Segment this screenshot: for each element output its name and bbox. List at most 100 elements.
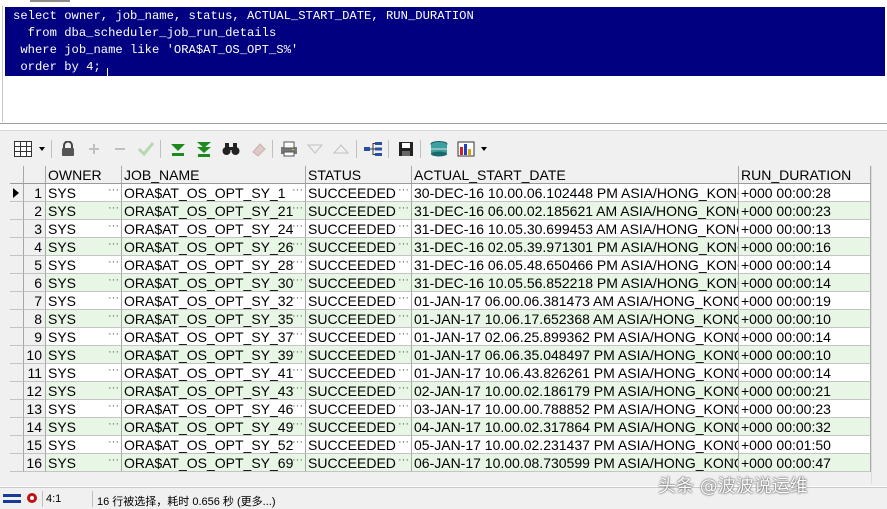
cell-job-name[interactable]: ORA$AT_OS_OPT_SY_26 ··· — [122, 238, 306, 256]
cell-actual-start-date[interactable]: 01-JAN-17 06.06.35.048497 PM ASIA/HONG_K… — [412, 346, 739, 364]
cell-status[interactable]: SUCCEEDED ··· — [306, 310, 412, 328]
table-row[interactable]: 11 SYS ··· ORA$AT_OS_OPT_SY_41 ··· SUCCEEDED ·… — [10, 364, 871, 382]
cell-edit-ellipsis[interactable]: ··· — [108, 328, 119, 343]
cell-job-name[interactable]: ORA$AT_OS_OPT_SY_49 ··· — [122, 418, 306, 436]
cell-edit-ellipsis[interactable]: ··· — [725, 184, 736, 199]
row-indicator[interactable] — [10, 256, 24, 274]
row-indicator[interactable] — [10, 364, 24, 382]
table-row[interactable]: 4 SYS ··· ORA$AT_OS_OPT_SY_26 ··· SUCCEEDED ··… — [10, 238, 871, 256]
row-number[interactable]: 12 — [24, 382, 46, 400]
cell-edit-ellipsis[interactable]: ··· — [725, 274, 736, 289]
chevron-down-icon[interactable] — [481, 147, 487, 151]
row-number[interactable]: 3 — [24, 220, 46, 238]
row-indicator[interactable] — [10, 328, 24, 346]
table-row[interactable]: 6 SYS ··· ORA$AT_OS_OPT_SY_30 ··· SUCCEEDED ··… — [10, 274, 871, 292]
chevron-down-icon[interactable] — [39, 147, 45, 151]
tree-icon[interactable] — [364, 140, 382, 158]
lock-icon[interactable] — [59, 140, 77, 158]
cell-job-name[interactable]: ORA$AT_OS_OPT_SY_21 ··· — [122, 202, 306, 220]
cell-owner[interactable]: SYS ··· — [46, 184, 122, 202]
cell-job-name[interactable]: ORA$AT_OS_OPT_SY_24 ··· — [122, 220, 306, 238]
cell-edit-ellipsis[interactable]: ··· — [725, 346, 736, 361]
cell-edit-ellipsis[interactable]: ··· — [725, 364, 736, 379]
print-icon[interactable] — [280, 140, 298, 158]
cell-edit-ellipsis[interactable]: ··· — [725, 238, 736, 253]
cell-actual-start-date[interactable]: 03-JAN-17 10.00.00.788852 PM ASIA/HONG_K… — [412, 400, 739, 418]
cell-run-duration[interactable]: +000 00:00:23 — [739, 202, 871, 220]
cell-edit-ellipsis[interactable]: ··· — [108, 238, 119, 253]
cell-run-duration[interactable]: +000 00:00:16 — [739, 238, 871, 256]
row-number[interactable]: 16 — [24, 454, 46, 472]
binoculars-icon[interactable] — [222, 140, 240, 158]
cell-edit-ellipsis[interactable]: ··· — [108, 256, 119, 271]
row-number[interactable]: 8 — [24, 310, 46, 328]
cell-job-name[interactable]: ORA$AT_OS_OPT_SY_39 ··· — [122, 346, 306, 364]
cell-status[interactable]: SUCCEEDED ··· — [306, 454, 412, 472]
cell-run-duration[interactable]: +000 00:00:13 — [739, 220, 871, 238]
row-number[interactable]: 14 — [24, 418, 46, 436]
down-arrow-icon[interactable] — [169, 140, 187, 158]
cell-edit-ellipsis[interactable]: ··· — [398, 364, 409, 379]
cell-status[interactable]: SUCCEEDED ··· — [306, 184, 412, 202]
cell-edit-ellipsis[interactable]: ··· — [398, 346, 409, 361]
status-message[interactable]: 16 行被选择，耗时 0.656 秒 (更多...) — [97, 493, 275, 509]
cell-owner[interactable]: SYS ··· — [46, 418, 122, 436]
cell-owner[interactable]: SYS ··· — [46, 202, 122, 220]
cell-status[interactable]: SUCCEEDED ··· — [306, 256, 412, 274]
cell-run-duration[interactable]: +000 00:01:50 — [739, 436, 871, 454]
cell-actual-start-date[interactable]: 30-DEC-16 10.00.06.102448 PM ASIA/HONG_K… — [412, 184, 739, 202]
row-number[interactable]: 4 — [24, 238, 46, 256]
cell-edit-ellipsis[interactable]: ··· — [108, 292, 119, 307]
cell-edit-ellipsis[interactable]: ··· — [398, 454, 409, 469]
cell-edit-ellipsis[interactable]: ··· — [292, 256, 303, 271]
cell-edit-ellipsis[interactable]: ··· — [292, 238, 303, 253]
minus-icon[interactable] — [111, 140, 129, 158]
cell-actual-start-date[interactable]: 31-DEC-16 02.05.39.971301 PM ASIA/HONG_K… — [412, 238, 739, 256]
cell-actual-start-date[interactable]: 31-DEC-16 06.00.02.185621 AM ASIA/HONG_K… — [412, 202, 739, 220]
table-row[interactable]: 14 SYS ··· ORA$AT_OS_OPT_SY_49 ··· SUCCEEDED ·… — [10, 418, 871, 436]
cell-edit-ellipsis[interactable]: ··· — [292, 328, 303, 343]
column-header-job-name[interactable]: JOB_NAME — [122, 166, 306, 184]
cell-owner[interactable]: SYS ··· — [46, 328, 122, 346]
cell-run-duration[interactable]: +000 00:00:14 — [739, 328, 871, 346]
row-indicator[interactable] — [10, 292, 24, 310]
cell-edit-ellipsis[interactable]: ··· — [292, 274, 303, 289]
cell-edit-ellipsis[interactable]: ··· — [108, 454, 119, 469]
cell-status[interactable]: SUCCEEDED ··· — [306, 400, 412, 418]
cell-job-name[interactable]: ORA$AT_OS_OPT_SY_37 ··· — [122, 328, 306, 346]
cell-edit-ellipsis[interactable]: ··· — [725, 454, 736, 469]
vertical-scrollbar[interactable] — [871, 166, 887, 484]
cell-edit-ellipsis[interactable]: ··· — [398, 238, 409, 253]
cell-run-duration[interactable]: +000 00:00:28 — [739, 184, 871, 202]
cell-edit-ellipsis[interactable]: ··· — [398, 418, 409, 433]
cell-job-name[interactable]: ORA$AT_OS_OPT_SY_30 ··· — [122, 274, 306, 292]
cell-edit-ellipsis[interactable]: ··· — [292, 346, 303, 361]
cell-owner[interactable]: SYS ··· — [46, 400, 122, 418]
cell-edit-ellipsis[interactable]: ··· — [398, 202, 409, 217]
chart-icon[interactable] — [457, 140, 475, 158]
row-indicator[interactable] — [10, 202, 24, 220]
cell-owner[interactable]: SYS ··· — [46, 220, 122, 238]
cell-edit-ellipsis[interactable]: ··· — [398, 256, 409, 271]
row-indicator[interactable] — [10, 310, 24, 328]
check-icon[interactable] — [137, 140, 155, 158]
table-row[interactable]: 12 SYS ··· ORA$AT_OS_OPT_SY_43 ··· SUCCEEDED ·… — [10, 382, 871, 400]
column-header-owner[interactable]: OWNER — [46, 166, 122, 184]
row-indicator[interactable] — [10, 382, 24, 400]
cell-owner[interactable]: SYS ··· — [46, 364, 122, 382]
row-number[interactable]: 11 — [24, 364, 46, 382]
cell-owner[interactable]: SYS ··· — [46, 256, 122, 274]
cell-edit-ellipsis[interactable]: ··· — [108, 364, 119, 379]
cell-job-name[interactable]: ORA$AT_OS_OPT_SY_1 ··· — [122, 184, 306, 202]
database-icon[interactable] — [430, 140, 448, 158]
table-row[interactable]: 10 SYS ··· ORA$AT_OS_OPT_SY_39 ··· SUCCEEDED ·… — [10, 346, 871, 364]
cell-owner[interactable]: SYS ··· — [46, 274, 122, 292]
row-number[interactable]: 2 — [24, 202, 46, 220]
row-number[interactable]: 10 — [24, 346, 46, 364]
cell-actual-start-date[interactable]: 05-JAN-17 10.00.02.231437 PM ASIA/HONG_K… — [412, 436, 739, 454]
cell-edit-ellipsis[interactable]: ··· — [725, 328, 736, 343]
table-row[interactable]: 15 SYS ··· ORA$AT_OS_OPT_SY_52 ··· SUCCEEDED ·… — [10, 436, 871, 454]
row-number[interactable]: 15 — [24, 436, 46, 454]
table-row[interactable]: 1 SYS ··· ORA$AT_OS_OPT_SY_1 ··· SUCCEEDED ···… — [10, 184, 871, 202]
cell-actual-start-date[interactable]: 31-DEC-16 06.05.48.650466 PM ASIA/HONG_K… — [412, 256, 739, 274]
